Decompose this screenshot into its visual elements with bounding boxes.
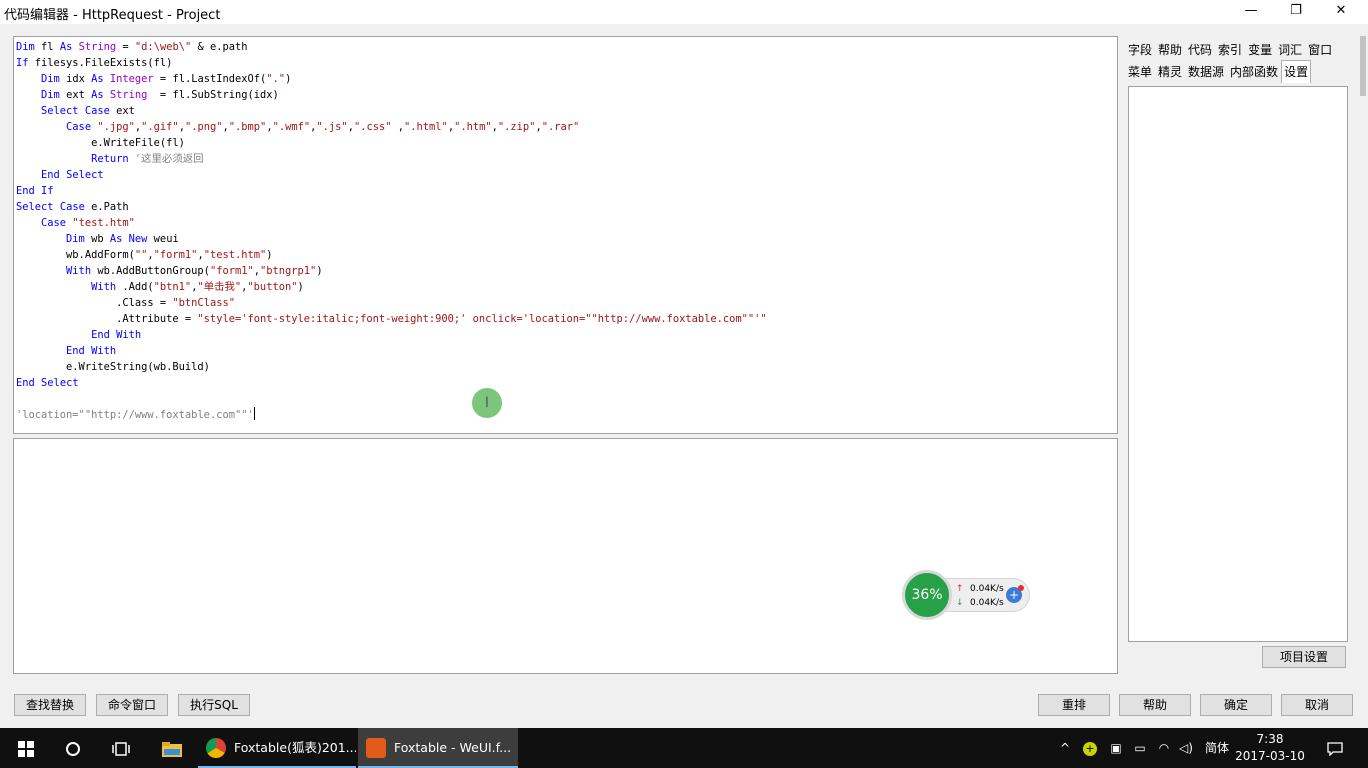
- tray-camera-icon[interactable]: ▣: [1106, 728, 1126, 768]
- code-line[interactable]: Case "test.htm": [16, 215, 767, 231]
- code-line[interactable]: Dim ext As String = fl.SubString(idx): [16, 87, 767, 103]
- upload-rate: 0.04K/s: [970, 584, 1004, 594]
- tab-tabs_row2-1[interactable]: 精灵: [1155, 60, 1185, 80]
- code-line[interactable]: .Attribute = "style='font-style:italic;f…: [16, 311, 767, 327]
- clock[interactable]: 7:38 2017-03-10: [1234, 731, 1306, 765]
- close-button[interactable]: ✕: [1318, 0, 1364, 24]
- code-line[interactable]: If filesys.FileExists(fl): [16, 55, 767, 71]
- file-explorer-icon[interactable]: [154, 728, 190, 768]
- task-view-icon[interactable]: [104, 728, 138, 768]
- command-window-button[interactable]: 命令窗口: [96, 694, 168, 716]
- side-scrollbar[interactable]: [1358, 36, 1368, 674]
- title-bar: 代码编辑器 - HttpRequest - Project — ❐ ✕: [0, 0, 1368, 24]
- volume-icon[interactable]: ◁): [1176, 728, 1196, 768]
- client-area: Dim fl As String = "d:\web\" & e.path If …: [0, 24, 1368, 728]
- restore-icon: ❐: [1290, 3, 1302, 18]
- cancel-button[interactable]: 取消: [1281, 694, 1353, 716]
- text-caret: [253, 407, 255, 420]
- code-line[interactable]: With .Add("btn1","单击我","button"): [16, 279, 767, 295]
- tab-tabs_row2-0[interactable]: 菜单: [1125, 60, 1155, 80]
- window-title: 代码编辑器 - HttpRequest - Project: [4, 8, 221, 23]
- code-line[interactable]: wb.AddForm("","form1","test.htm"): [16, 247, 767, 263]
- code-line[interactable]: End If: [16, 183, 767, 199]
- code-line[interactable]: End Select: [16, 375, 767, 391]
- code-line[interactable]: End With: [16, 343, 767, 359]
- tab-tabs_row2-2[interactable]: 数据源: [1185, 60, 1227, 80]
- network-widget[interactable]: 36% ↑ 0.04K/s ↓ 0.04K/s +: [902, 570, 1032, 620]
- clock-date: 2017-03-10: [1235, 749, 1305, 763]
- code-line[interactable]: Return '这里必须返回: [16, 151, 767, 167]
- code-line[interactable]: End With: [16, 327, 767, 343]
- battery-icon[interactable]: ▭: [1130, 728, 1150, 768]
- execute-sql-button[interactable]: 执行SQL: [178, 694, 250, 716]
- code-line[interactable]: Dim fl As String = "d:\web\" & e.path: [16, 39, 767, 55]
- code-line[interactable]: 'location=""http://www.foxtable.com""': [16, 407, 767, 423]
- foxtable-icon: [366, 738, 386, 758]
- memory-gauge[interactable]: 36%: [902, 570, 952, 620]
- download-arrow-icon: ↓: [956, 598, 964, 608]
- tab-tabs_row1-5[interactable]: 词汇: [1275, 38, 1305, 58]
- notification-dot: [1018, 585, 1024, 591]
- chrome-icon: [206, 738, 226, 758]
- search-icon[interactable]: [56, 728, 90, 768]
- code-line[interactable]: Select Case ext: [16, 103, 767, 119]
- code-line[interactable]: e.WriteFile(fl): [16, 135, 767, 151]
- project-settings-button[interactable]: 项目设置: [1262, 646, 1346, 668]
- tab-tabs_row1-4[interactable]: 变量: [1245, 38, 1275, 58]
- tab-tabs_row1-0[interactable]: 字段: [1125, 38, 1155, 58]
- tab-row-1: 字段 帮助 代码 索引 变量 词汇 窗口: [1125, 38, 1335, 60]
- side-panel: 字段 帮助 代码 索引 变量 词汇 窗口 菜单 精灵 数据源 内部函数 设置 项目设置: [1122, 36, 1356, 674]
- code-line[interactable]: .Class = "btnClass": [16, 295, 767, 311]
- taskbar-app-label: Foxtable - WeUI.f...: [394, 740, 512, 755]
- text-cursor-icon: I: [472, 388, 502, 418]
- clock-time: 7:38: [1256, 732, 1284, 746]
- scrollbar-thumb[interactable]: [1360, 36, 1366, 96]
- code-line[interactable]: Dim idx As Integer = fl.LastIndexOf("."): [16, 71, 767, 87]
- close-icon: ✕: [1335, 3, 1347, 18]
- tab-tabs_row1-6[interactable]: 窗口: [1305, 38, 1335, 58]
- taskbar-app-chrome[interactable]: Foxtable(狐表)201...: [198, 728, 356, 768]
- tab-row-2: 菜单 精灵 数据源 内部函数 设置: [1125, 60, 1312, 83]
- restore-button[interactable]: ❐: [1273, 0, 1319, 24]
- taskbar-app-foxtable[interactable]: Foxtable - WeUI.f...: [358, 728, 518, 768]
- code-line[interactable]: Select Case e.Path: [16, 199, 767, 215]
- help-button[interactable]: 帮助: [1119, 694, 1191, 716]
- settings-panel: [1128, 86, 1348, 642]
- action-center-icon[interactable]: [1320, 728, 1350, 768]
- ok-button[interactable]: 确定: [1200, 694, 1272, 716]
- taskbar-app-label: Foxtable(狐表)201...: [234, 740, 356, 755]
- tray-accelerator-icon[interactable]: +: [1080, 728, 1100, 768]
- minimize-button[interactable]: —: [1228, 0, 1274, 24]
- code-line[interactable]: [16, 391, 767, 407]
- minimize-icon: —: [1244, 3, 1258, 18]
- code-line[interactable]: Case ".jpg",".gif",".png",".bmp",".wmf",…: [16, 119, 767, 135]
- tab-tabs_row2-4[interactable]: 设置: [1281, 60, 1312, 83]
- tab-tabs_row2-3[interactable]: 内部函数: [1227, 60, 1281, 80]
- wifi-icon[interactable]: ◠: [1154, 728, 1174, 768]
- taskbar: Foxtable(狐表)201... Foxtable - WeUI.f... …: [0, 728, 1368, 768]
- tab-tabs_row1-1[interactable]: 帮助: [1155, 38, 1185, 58]
- windows-start-icon[interactable]: [8, 728, 44, 768]
- output-pane[interactable]: [13, 438, 1118, 674]
- code-editor[interactable]: Dim fl As String = "d:\web\" & e.path If …: [13, 36, 1118, 434]
- rearrange-button[interactable]: 重排: [1038, 694, 1110, 716]
- tab-tabs_row1-2[interactable]: 代码: [1185, 38, 1215, 58]
- code-line[interactable]: With wb.AddButtonGroup("form1","btngrp1"…: [16, 263, 767, 279]
- find-replace-button[interactable]: 查找替换: [14, 694, 86, 716]
- code-line[interactable]: End Select: [16, 167, 767, 183]
- tray-chevron-up-icon[interactable]: ^: [1056, 728, 1074, 768]
- download-rate: 0.04K/s: [970, 598, 1004, 608]
- tab-tabs_row1-3[interactable]: 索引: [1215, 38, 1245, 58]
- ime-indicator[interactable]: 简体: [1200, 728, 1234, 768]
- code-line[interactable]: e.WriteString(wb.Build): [16, 359, 767, 375]
- code-line[interactable]: Dim wb As New weui: [16, 231, 767, 247]
- code-text[interactable]: Dim fl As String = "d:\web\" & e.path If …: [16, 39, 767, 423]
- upload-arrow-icon: ↑: [956, 584, 964, 594]
